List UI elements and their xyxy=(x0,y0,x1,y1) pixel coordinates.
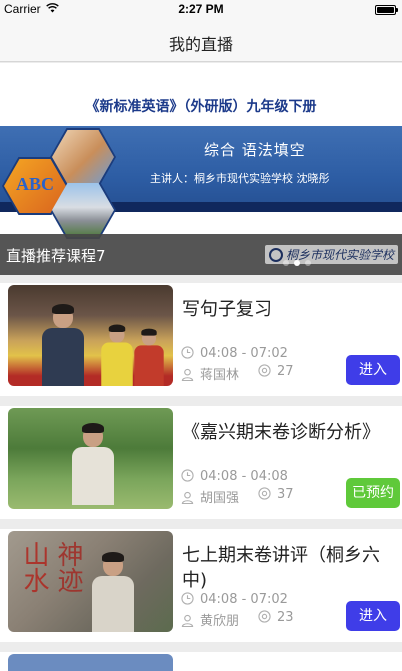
banner-lecturer: 主讲人：桐乡市现代实验学校 沈晓彤 xyxy=(150,172,330,185)
course-thumbnail: 山水 神迹 xyxy=(8,531,173,632)
course-time: 04:08 - 07:02 xyxy=(181,592,288,607)
watermark-text: 桐乡市现代实验学校 xyxy=(285,248,394,262)
course-views: 23 xyxy=(258,610,294,625)
course-time: 04:08 - 04:08 xyxy=(181,469,288,484)
enter-button[interactable]: 进入 xyxy=(346,355,400,385)
banner-topic: 综合 语法填空 xyxy=(204,141,306,159)
course-title: 七上期末卷讲评（桐乡六中) xyxy=(182,545,380,591)
course-card[interactable]: 《嘉兴期末卷诊断分析》 04:08 - 04:08 胡国强 37 已预约 xyxy=(0,406,402,519)
banner-header-area xyxy=(0,63,402,126)
nav-bar: 我的直播 xyxy=(0,20,402,62)
time-range: 04:08 - 04:08 xyxy=(200,469,288,484)
stone-calligraphy: 山水 xyxy=(19,541,49,593)
course-time: 04:08 - 07:02 xyxy=(181,346,288,361)
time-range: 04:08 - 07:02 xyxy=(200,592,288,607)
eye-icon xyxy=(258,610,271,623)
person-icon xyxy=(181,614,194,627)
person-icon xyxy=(181,368,194,381)
student-figure xyxy=(133,328,165,386)
abc-letters: ABC xyxy=(15,174,54,194)
battery-icon xyxy=(375,5,398,15)
teacher-figure xyxy=(70,423,116,509)
eye-icon xyxy=(258,487,271,500)
course-card-partial[interactable] xyxy=(0,652,402,671)
host-name: 蒋国林 xyxy=(200,368,240,383)
enter-button[interactable]: 进入 xyxy=(346,601,400,631)
banner-caption-bar: 直播推荐课程7 桐乡市现代实验学校 xyxy=(0,234,402,275)
view-count: 23 xyxy=(277,610,294,625)
course-thumbnail xyxy=(8,654,173,671)
clock-icon xyxy=(181,469,194,482)
reserved-button[interactable]: 已预约 xyxy=(346,478,400,508)
course-title: 写句子复习 xyxy=(182,299,272,320)
banner-course-title: 《新标准英语》（外研版）九年级下册 xyxy=(85,99,317,115)
teacher-figure xyxy=(90,552,136,632)
course-thumbnail xyxy=(8,408,173,509)
clock-icon xyxy=(181,592,194,605)
course-host: 蒋国林 xyxy=(181,364,239,383)
banner-caption: 直播推荐课程7 xyxy=(6,247,106,265)
view-count: 27 xyxy=(277,364,294,379)
course-thumbnail xyxy=(8,285,173,386)
school-logo-icon xyxy=(268,248,283,262)
teacher-figure xyxy=(40,304,86,386)
stone-calligraphy: 神迹 xyxy=(53,541,83,593)
status-bar: Carrier 2:27 PM xyxy=(0,0,402,20)
course-host: 胡国强 xyxy=(181,487,239,506)
view-count: 37 xyxy=(277,487,294,502)
time-range: 04:08 - 07:02 xyxy=(200,346,288,361)
host-name: 黄欣朋 xyxy=(200,614,240,629)
host-name: 胡国强 xyxy=(200,491,240,506)
course-title: 《嘉兴期末卷诊断分析》 xyxy=(182,422,380,443)
course-views: 37 xyxy=(258,487,294,502)
course-card[interactable]: 山水 神迹 七上期末卷讲评（桐乡六中) 04:08 - 07:02 黄欣朋 23… xyxy=(0,529,402,642)
page-title: 我的直播 xyxy=(168,35,233,54)
status-time: 2:27 PM xyxy=(178,2,224,16)
course-host: 黄欣朋 xyxy=(181,610,239,629)
banner-carousel[interactable]: 《新标准英语》（外研版）九年级下册 ABC 综合 语法填空 主讲人：桐乡市现代实… xyxy=(0,63,402,275)
person-icon xyxy=(181,491,194,504)
school-watermark: 桐乡市现代实验学校 xyxy=(264,245,398,264)
course-card[interactable]: 写句子复习 04:08 - 07:02 蒋国林 27 进入 xyxy=(0,283,402,396)
student-figure xyxy=(100,324,135,386)
clock-icon xyxy=(181,346,194,359)
eye-icon xyxy=(258,364,271,377)
course-views: 27 xyxy=(258,364,294,379)
